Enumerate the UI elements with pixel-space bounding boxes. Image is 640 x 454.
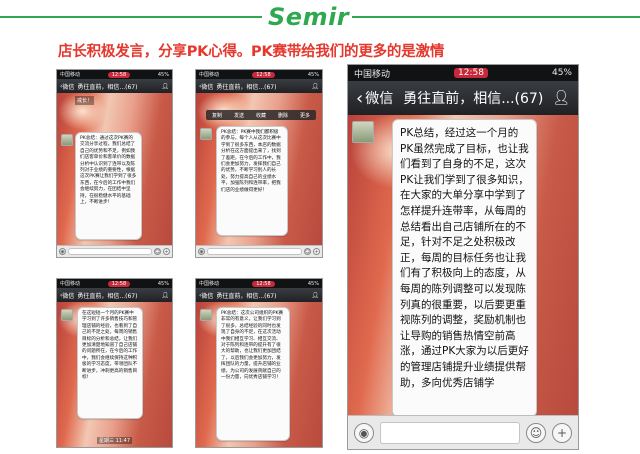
voice-icon[interactable]: ◉ bbox=[354, 422, 374, 443]
status-bar: 中国移动 12:58 45% bbox=[57, 279, 172, 288]
back-button[interactable]: ‹ 微信 bbox=[199, 82, 213, 91]
avatar[interactable] bbox=[352, 121, 374, 143]
carrier-label: 中国移动 bbox=[199, 72, 220, 78]
status-bar: 中国移动 12:58 45% bbox=[348, 65, 578, 81]
menu-item-more[interactable]: 更多 bbox=[300, 112, 310, 119]
carrier-label: 中国移动 bbox=[354, 69, 391, 80]
avatar[interactable] bbox=[200, 128, 212, 140]
chat-navbar: ‹ 微信 勇往直前，相信...(67) 👤︎ bbox=[196, 288, 322, 302]
voice-icon[interactable]: ◉ bbox=[198, 248, 205, 255]
menu-item-delete[interactable]: 删除 bbox=[278, 112, 288, 119]
chat-title: 勇往直前，相信...(67) bbox=[77, 83, 138, 91]
status-bar: 中国移动 12:58 45% bbox=[196, 279, 322, 288]
chat-title: 勇往直前，相信...(67) bbox=[77, 292, 138, 300]
status-time: 12:58 bbox=[107, 280, 131, 287]
carrier-label: 中国移动 bbox=[60, 72, 81, 78]
chat-screenshot-2: 中国移动 12:58 45% ‹ 微信 勇往直前，相信...(67) 👤︎ 复制 … bbox=[195, 69, 323, 258]
chat-screenshot-3: 中国移动 12:58 45% ‹ 微信 勇往直前，相信...(67) 👤︎ PK总… bbox=[347, 64, 579, 450]
message-bubble[interactable]: PK总结，经过这一个月的PK虽然完成了目标，也让我们看到了自身的不足，这次PK让… bbox=[392, 119, 537, 417]
chat-navbar: ‹ 微信 勇往直前，相信...(67) 👤︎ bbox=[57, 79, 172, 93]
status-time: 12:58 bbox=[107, 71, 131, 78]
message-bubble[interactable]: PK总结：通过这次PK赛的交流分享过程，我们总结了自己的优势和不足，例如我们店客… bbox=[75, 132, 142, 240]
chevron-left-icon: ‹ bbox=[356, 87, 364, 109]
back-button[interactable]: ‹ 微信 bbox=[356, 88, 393, 109]
people-icon[interactable]: 👤︎ bbox=[311, 83, 319, 90]
chat-title: 勇往直前，相信...(67) bbox=[216, 83, 277, 91]
message-timestamp: 星期三 11:47 bbox=[97, 437, 132, 444]
header-divider-left bbox=[0, 16, 262, 18]
people-icon[interactable]: 👤︎ bbox=[161, 292, 169, 299]
battery-level: 45% bbox=[551, 68, 572, 78]
emoji-icon[interactable]: ☺ bbox=[304, 248, 311, 255]
back-label: 微信 bbox=[201, 83, 214, 91]
back-button[interactable]: ‹ 微信 bbox=[60, 82, 74, 91]
brand-logo: Semir bbox=[268, 3, 350, 31]
people-icon[interactable]: 👤︎ bbox=[161, 83, 169, 90]
battery-level: 45% bbox=[307, 71, 319, 78]
menu-item-send[interactable]: 发送 bbox=[234, 112, 244, 119]
battery-level: 45% bbox=[157, 280, 169, 287]
battery-level: 45% bbox=[307, 280, 319, 287]
chat-screenshot-4: 中国移动 12:58 45% ‹ 微信 勇往直前，相信...(67) 👤︎ 在这短… bbox=[56, 278, 173, 448]
chat-navbar: ‹ 微信 勇往直前，相信...(67) 👤︎ bbox=[196, 79, 322, 93]
back-label: 微信 bbox=[62, 292, 75, 300]
plus-icon[interactable]: + bbox=[163, 248, 170, 255]
carrier-label: 中国移动 bbox=[199, 281, 220, 287]
avatar[interactable] bbox=[61, 134, 73, 146]
message-input[interactable] bbox=[207, 248, 302, 255]
avatar[interactable] bbox=[61, 309, 73, 321]
chat-input-bar: ◉ ☺ + bbox=[196, 245, 322, 257]
voice-icon[interactable]: ◉ bbox=[59, 248, 66, 255]
chat-navbar: ‹ 微信 勇往直前，相信...(67) 👤︎ bbox=[348, 81, 578, 115]
back-label: 微信 bbox=[201, 292, 214, 300]
back-label: 微信 bbox=[365, 91, 394, 107]
message-context-menu: 复制 发送 收藏 删除 更多 bbox=[206, 110, 316, 120]
back-button[interactable]: ‹ 微信 bbox=[60, 291, 74, 300]
message-input[interactable] bbox=[380, 421, 520, 444]
message-input[interactable] bbox=[68, 248, 152, 255]
battery-level: 45% bbox=[157, 71, 169, 78]
chat-screenshot-5: 中国移动 12:58 45% ‹ 微信 勇往直前，相信...(67) 👤︎ PK总… bbox=[195, 278, 323, 448]
chat-input-bar: ◉ ☺ + bbox=[348, 415, 578, 449]
menu-item-copy[interactable]: 复制 bbox=[212, 112, 222, 119]
chat-title: 勇往直前，相信...(67) bbox=[216, 292, 277, 300]
avatar[interactable] bbox=[200, 309, 212, 321]
page-headline: 店长积极发言，分享PK心得。PK赛带给我们的更多的是激情 bbox=[58, 44, 445, 60]
chat-input-bar: ◉ ☺ + bbox=[57, 245, 172, 257]
message-bubble[interactable]: PK总结：PK赛中我们都积极的参与，每个人从这次比赛中学到了很多东西，本店的数据… bbox=[216, 126, 288, 236]
people-icon[interactable]: 👤︎ bbox=[311, 292, 319, 299]
status-time: 12:58 bbox=[252, 280, 275, 287]
page: Semir 店长积极发言，分享PK心得。PK赛带给我们的更多的是激情 中国移动 … bbox=[0, 0, 640, 454]
menu-item-favorite[interactable]: 收藏 bbox=[256, 112, 266, 119]
plus-icon[interactable]: + bbox=[552, 422, 572, 443]
emoji-icon[interactable]: ☺ bbox=[154, 248, 161, 255]
chat-navbar: ‹ 微信 勇往直前，相信...(67) 👤︎ bbox=[57, 288, 172, 302]
status-bar: 中国移动 12:58 45% bbox=[57, 70, 172, 79]
chat-screenshot-1: 中国移动 12:58 45% ‹ 微信 勇往直前，相信...(67) 👤︎ 戒长！… bbox=[56, 69, 173, 258]
previous-message: 戒长！ bbox=[75, 96, 95, 105]
status-bar: 中国移动 12:58 45% bbox=[196, 70, 322, 79]
back-label: 微信 bbox=[62, 83, 75, 91]
plus-icon[interactable]: + bbox=[313, 248, 320, 255]
people-icon[interactable]: 👤︎ bbox=[552, 90, 570, 106]
status-time: 12:58 bbox=[252, 71, 275, 78]
message-bubble[interactable]: PK总结：这次公司组织的PK赛非常的有意义，让我们学习到了很多，总结经验的同时也… bbox=[216, 307, 290, 441]
carrier-label: 中国移动 bbox=[60, 281, 81, 287]
chat-title: 勇往直前，相信...(67) bbox=[403, 91, 544, 107]
emoji-icon[interactable]: ☺ bbox=[526, 422, 546, 443]
message-bubble[interactable]: 在这短短一个月的PK赛中学习到了许多销售技巧和管理店铺的经验，也看到了自己的不足… bbox=[77, 307, 143, 419]
back-button[interactable]: ‹ 微信 bbox=[199, 291, 213, 300]
header-divider-right bbox=[352, 16, 640, 18]
status-time: 12:58 bbox=[454, 68, 488, 78]
